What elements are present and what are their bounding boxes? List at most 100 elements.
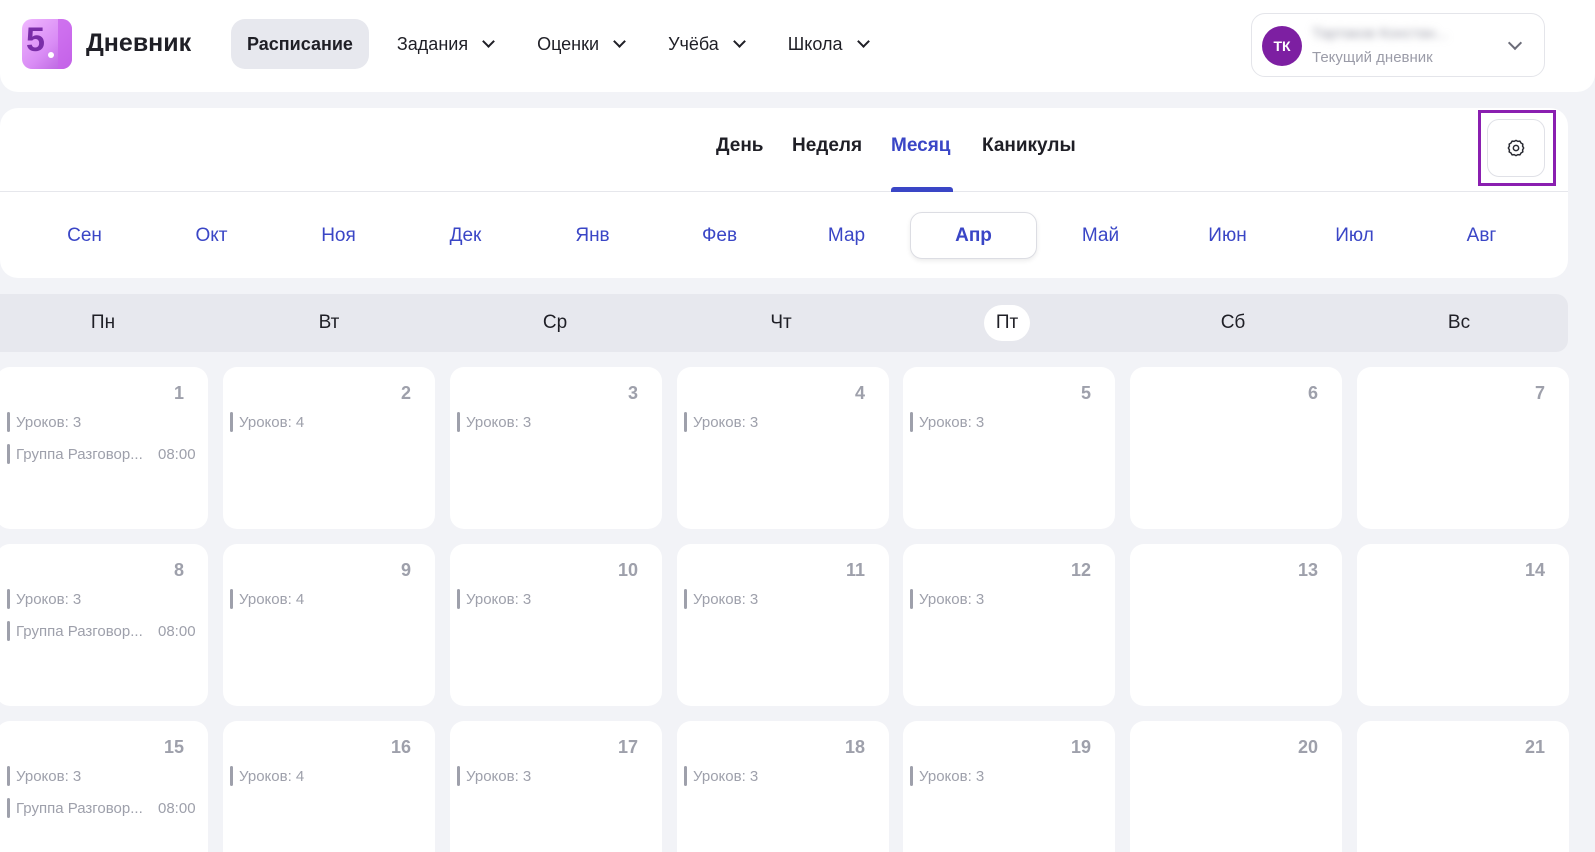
- day-number: 7: [1534, 383, 1545, 403]
- day-number: 11: [845, 560, 865, 580]
- nav-grades[interactable]: Оценки: [521, 19, 640, 69]
- calendar-day-cell[interactable]: 9 Уроков: 4: [223, 544, 435, 706]
- day-number: 12: [1070, 560, 1091, 580]
- entry-text: Уроков: 3: [466, 590, 532, 608]
- event-entry[interactable]: Группа Разговор... 08:00: [7, 444, 196, 464]
- weekday-mon: Пн: [90, 312, 116, 333]
- calendar-day-cell[interactable]: 11 Уроков: 3: [677, 544, 889, 706]
- lessons-count-entry[interactable]: Уроков: 3: [684, 766, 758, 786]
- schedule-controls: День Неделя Месяц Каникулы Сен Окт Ноя Д…: [0, 108, 1568, 278]
- calendar-day-cell[interactable]: 7: [1357, 367, 1569, 529]
- lessons-count-entry[interactable]: Уроков: 3: [457, 766, 531, 786]
- lessons-count-entry[interactable]: Уроков: 4: [230, 589, 304, 609]
- entry-marker: [457, 412, 460, 432]
- calendar-day-cell[interactable]: 20: [1130, 721, 1342, 852]
- entry-marker: [7, 766, 10, 786]
- chevron-down-icon: [732, 34, 746, 48]
- tab-week[interactable]: Неделя: [792, 135, 862, 157]
- entry-text: Уроков: 3: [466, 413, 532, 431]
- month-apr[interactable]: Апр: [910, 212, 1037, 259]
- weekday-header: Пн Вт Ср Чт Пт Сб Вс: [0, 294, 1568, 352]
- day-number: 9: [400, 560, 411, 580]
- calendar-day-cell[interactable]: 18 Уроков: 3: [677, 721, 889, 852]
- tab-month[interactable]: Месяц: [891, 135, 950, 157]
- lessons-count-entry[interactable]: Уроков: 3: [7, 412, 81, 432]
- nav-tasks-label: Задания: [396, 33, 469, 54]
- calendar-day-cell[interactable]: 17 Уроков: 3: [450, 721, 662, 852]
- settings-button[interactable]: [1487, 119, 1545, 177]
- month-may[interactable]: Май: [1037, 212, 1164, 259]
- active-tab-indicator: [891, 187, 953, 192]
- lessons-count-entry[interactable]: Уроков: 3: [457, 589, 531, 609]
- weekday-thu: Чт: [770, 312, 792, 333]
- view-tabs: День Неделя Месяц Каникулы: [0, 108, 1568, 192]
- day-number: 10: [617, 560, 638, 580]
- month-selector: Сен Окт Ноя Дек Янв Фев Мар Апр Май Июн …: [21, 212, 1545, 259]
- month-dec[interactable]: Дек: [402, 212, 529, 259]
- entry-marker: [910, 589, 913, 609]
- month-mar[interactable]: Мар: [783, 212, 910, 259]
- lessons-count-entry[interactable]: Уроков: 3: [684, 412, 758, 432]
- nav-tasks[interactable]: Задания: [381, 19, 509, 69]
- lessons-count-entry[interactable]: Уроков: 3: [457, 412, 531, 432]
- entry-marker: [230, 589, 233, 609]
- month-jan[interactable]: Янв: [529, 212, 656, 259]
- lessons-count-entry[interactable]: Уроков: 4: [230, 412, 304, 432]
- calendar-day-cell[interactable]: 10 Уроков: 3: [450, 544, 662, 706]
- app-logo[interactable]: 5: [22, 19, 72, 69]
- month-jul[interactable]: Июл: [1291, 212, 1418, 259]
- entry-marker: [910, 412, 913, 432]
- calendar-day-cell[interactable]: 13: [1130, 544, 1342, 706]
- entry-text: Уроков: 3: [919, 590, 985, 608]
- calendar-day-cell[interactable]: 12 Уроков: 3: [903, 544, 1115, 706]
- main-nav: Расписание Задания Оценки Учёба Школа: [231, 19, 896, 69]
- tab-holidays[interactable]: Каникулы: [982, 135, 1076, 157]
- entry-text: Уроков: 3: [466, 767, 532, 785]
- month-jun[interactable]: Июн: [1164, 212, 1291, 259]
- event-entry[interactable]: Группа Разговор... 08:00: [7, 621, 196, 641]
- calendar-day-cell[interactable]: 6: [1130, 367, 1342, 529]
- entry-marker: [684, 412, 687, 432]
- calendar-day-cell[interactable]: 4 Уроков: 3: [677, 367, 889, 529]
- day-number: 18: [844, 737, 865, 757]
- entry-marker: [230, 412, 233, 432]
- entry-text: Уроков: 3: [16, 767, 82, 785]
- month-aug[interactable]: Авг: [1418, 212, 1545, 259]
- nav-study[interactable]: Учёба: [652, 19, 760, 69]
- entry-marker: [7, 444, 10, 464]
- calendar-day-cell[interactable]: 8 Уроков: 3 Группа Разговор... 08:00: [0, 544, 208, 706]
- calendar-day-cell[interactable]: 19 Уроков: 3: [903, 721, 1115, 852]
- day-number: 5: [1080, 383, 1091, 403]
- nav-school[interactable]: Школа: [772, 19, 884, 69]
- event-entry[interactable]: Группа Разговор... 08:00: [7, 798, 196, 818]
- calendar-day-cell[interactable]: 15 Уроков: 3 Группа Разговор... 08:00: [0, 721, 208, 852]
- lessons-count-entry[interactable]: Уроков: 4: [230, 766, 304, 786]
- calendar-day-cell[interactable]: 14: [1357, 544, 1569, 706]
- entry-time: 08:00: [158, 799, 196, 817]
- tab-day[interactable]: День: [716, 135, 764, 157]
- calendar-day-cell[interactable]: 16 Уроков: 4: [223, 721, 435, 852]
- calendar-day-cell[interactable]: 1 Уроков: 3 Группа Разговор... 08:00: [0, 367, 208, 529]
- chevron-down-icon: [482, 34, 495, 48]
- lessons-count-entry[interactable]: Уроков: 3: [684, 589, 758, 609]
- day-number: 16: [390, 737, 411, 757]
- month-nov[interactable]: Ноя: [275, 212, 402, 259]
- day-number: 3: [627, 383, 638, 403]
- calendar-day-cell[interactable]: 3 Уроков: 3: [450, 367, 662, 529]
- lessons-count-entry[interactable]: Уроков: 3: [7, 589, 81, 609]
- lessons-count-entry[interactable]: Уроков: 3: [910, 766, 984, 786]
- calendar-day-cell[interactable]: 2 Уроков: 4: [223, 367, 435, 529]
- month-feb[interactable]: Фев: [656, 212, 783, 259]
- month-sep[interactable]: Сен: [21, 212, 148, 259]
- calendar-day-cell[interactable]: 5 Уроков: 3: [903, 367, 1115, 529]
- lessons-count-entry[interactable]: Уроков: 3: [910, 589, 984, 609]
- day-number: 21: [1524, 737, 1545, 757]
- lessons-count-entry[interactable]: Уроков: 3: [7, 766, 81, 786]
- entry-text: Уроков: 3: [693, 590, 759, 608]
- month-oct[interactable]: Окт: [148, 212, 275, 259]
- day-number: 1: [173, 383, 184, 403]
- profile-switcher[interactable]: ТК Тартаков Констан... Текущий дневник: [1251, 13, 1545, 77]
- nav-schedule[interactable]: Расписание: [231, 19, 369, 69]
- calendar-day-cell[interactable]: 21: [1357, 721, 1569, 852]
- lessons-count-entry[interactable]: Уроков: 3: [910, 412, 984, 432]
